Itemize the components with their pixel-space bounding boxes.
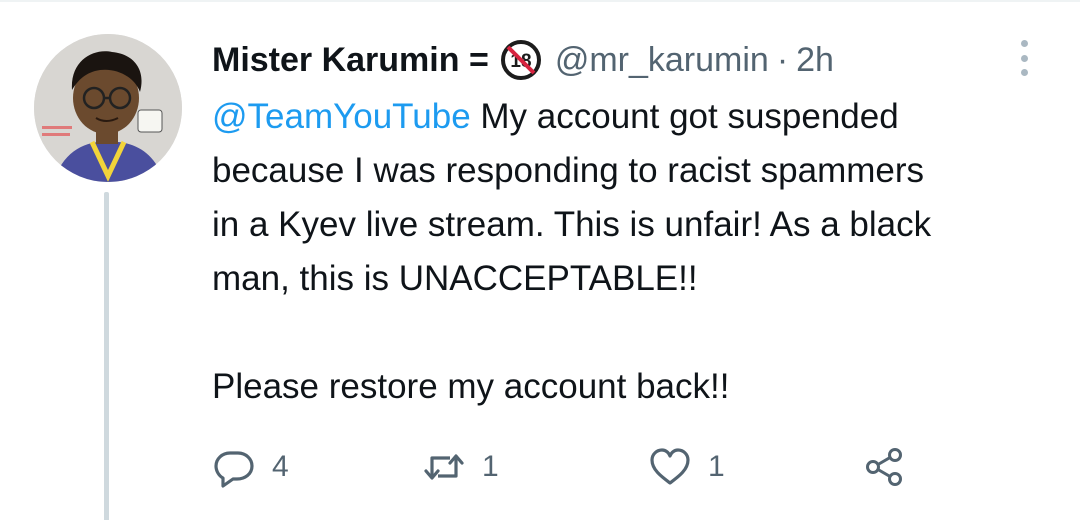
reply-count: 4: [272, 450, 289, 483]
retweet-button[interactable]: 1: [422, 442, 499, 492]
tweet[interactable]: Mister Karumin = 18 @mr_karumin · 2h @Te…: [0, 0, 1080, 520]
share-icon: [866, 448, 902, 486]
no-under-18-icon: 18: [500, 40, 541, 80]
avatar[interactable]: [34, 34, 182, 182]
thread-line: [104, 192, 109, 520]
user-handle[interactable]: @mr_karumin: [555, 41, 769, 80]
like-count: 1: [708, 450, 725, 483]
mention-link[interactable]: @TeamYouTube: [212, 97, 471, 136]
tweet-text-line: because I was responding to racist spamm…: [212, 151, 924, 190]
reply-button[interactable]: 4: [212, 442, 289, 492]
more-options-icon[interactable]: [1014, 38, 1034, 78]
tweet-text-line: My account got suspended: [470, 97, 899, 136]
tweet-header: Mister Karumin = 18 @mr_karumin · 2h: [212, 36, 834, 84]
timestamp[interactable]: 2h: [796, 41, 834, 80]
retweet-count: 1: [482, 450, 499, 483]
heart-icon: [650, 448, 690, 485]
like-button[interactable]: 1: [648, 442, 725, 492]
share-button[interactable]: [862, 442, 906, 492]
tweet-text: @TeamYouTube My account got suspended be…: [212, 90, 1062, 414]
divider: [0, 0, 1080, 2]
action-bar: 4 1 1: [212, 442, 932, 492]
display-name[interactable]: Mister Karumin =: [212, 41, 489, 80]
tweet-text-line: Please restore my account back!!: [212, 367, 730, 406]
tweet-text-line: man, this is UNACCEPTABLE!!: [212, 259, 698, 298]
tweet-text-line: in a Kyev live stream. This is unfair! A…: [212, 205, 932, 244]
separator-dot: ·: [776, 40, 789, 79]
avatar-illustration: [34, 34, 182, 182]
retweet-icon: [424, 454, 464, 480]
reply-icon: [214, 451, 254, 488]
